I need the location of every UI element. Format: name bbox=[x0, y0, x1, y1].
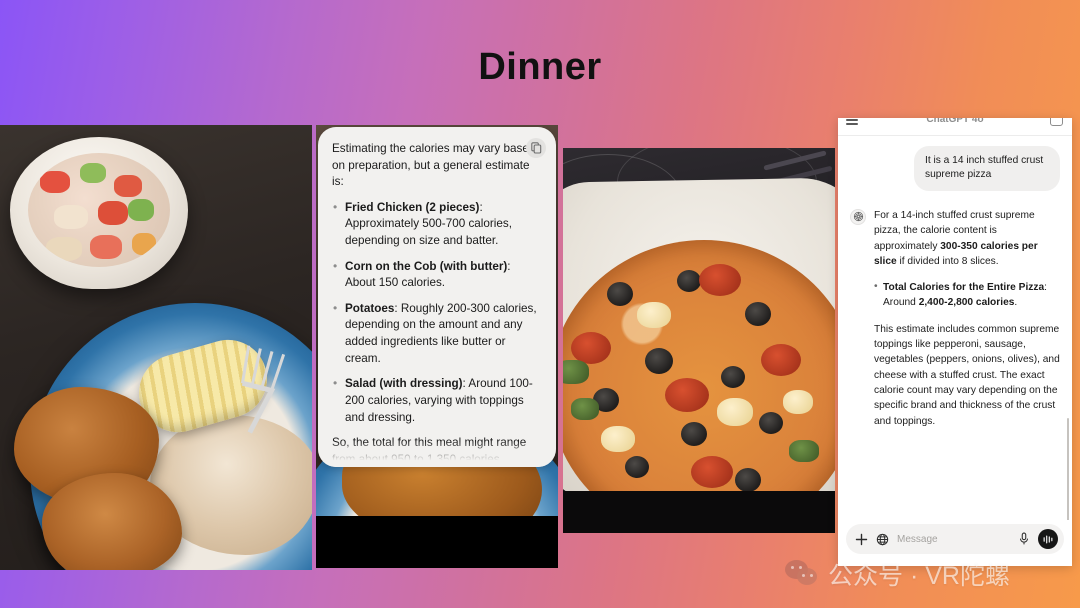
salad-piece bbox=[54, 205, 88, 229]
copy-button[interactable] bbox=[526, 138, 546, 158]
pepperoni-topping bbox=[665, 378, 709, 412]
message-input-placeholder[interactable]: Message bbox=[897, 534, 1010, 545]
salad-bowl bbox=[10, 137, 188, 289]
assistant-bullet-list: Total Calories for the Entire Pizza: Aro… bbox=[874, 279, 1060, 311]
microphone-icon[interactable] bbox=[1018, 532, 1030, 546]
wechat-dot bbox=[810, 574, 813, 577]
chatgpt-spiral-glyph bbox=[853, 212, 863, 222]
salad-piece bbox=[80, 163, 106, 183]
olive-topping bbox=[677, 270, 701, 292]
globe-icon[interactable] bbox=[876, 533, 889, 546]
text-fade-overlay bbox=[318, 441, 556, 467]
left-chat-item-list: Fried Chicken (2 pieces): Approximately … bbox=[332, 199, 540, 426]
vertical-scrollbar[interactable] bbox=[1066, 418, 1069, 526]
item-label: Corn on the Cob (with butter) bbox=[345, 259, 508, 273]
voice-mode-button[interactable] bbox=[1038, 529, 1058, 549]
item-label: Potatoes bbox=[345, 301, 395, 315]
chat-header: ChatGPT 4o bbox=[838, 118, 1072, 136]
green-pepper-topping bbox=[563, 360, 589, 384]
wechat-dot bbox=[799, 566, 802, 569]
watermark-text: 公众号 · VR陀螺 bbox=[828, 562, 1010, 590]
wechat-dot bbox=[802, 574, 805, 577]
item-label: Salad (with dressing) bbox=[345, 377, 463, 391]
pepperoni-topping bbox=[761, 344, 801, 376]
salad-piece bbox=[132, 233, 156, 255]
chatgpt-logo-icon bbox=[850, 208, 866, 225]
chat-message-list[interactable]: It is a 14 inch stuffed crust supreme pi… bbox=[838, 136, 1072, 531]
user-message-bubble: It is a 14 inch stuffed crust supreme pi… bbox=[914, 146, 1060, 191]
olive-topping bbox=[721, 366, 745, 388]
page-title: Dinner bbox=[478, 46, 602, 88]
item-label: Fried Chicken (2 pieces) bbox=[345, 200, 480, 214]
olive-topping bbox=[745, 302, 771, 326]
message-input-container[interactable]: Message bbox=[846, 524, 1064, 554]
dinner-plate-photo-left bbox=[0, 125, 312, 570]
salad-piece bbox=[40, 171, 70, 193]
pizza-photo bbox=[563, 148, 835, 533]
phone-screenshot-middle: Estimating the calories may vary based o… bbox=[316, 125, 558, 568]
bullet-value: 2,400-2,800 calories bbox=[918, 297, 1015, 309]
assistant-message-bubble-left: Estimating the calories may vary based o… bbox=[318, 127, 556, 467]
pepperoni-topping bbox=[691, 456, 733, 488]
green-pepper-topping bbox=[571, 398, 599, 420]
assistant-paragraph-1: For a 14-inch stuffed crust supreme pizz… bbox=[874, 208, 1060, 269]
bullet-end: . bbox=[1014, 297, 1018, 309]
cheese-topping bbox=[637, 302, 671, 328]
salad-piece bbox=[46, 237, 82, 261]
list-item: Corn on the Cob (with butter): About 150… bbox=[332, 258, 540, 292]
copy-icon bbox=[530, 142, 541, 154]
voice-mode-icon bbox=[1043, 535, 1053, 543]
olive-topping bbox=[759, 412, 783, 434]
wechat-bubble-small bbox=[797, 568, 817, 585]
list-item: Total Calories for the Entire Pizza: Aro… bbox=[874, 279, 1060, 311]
list-item: Potatoes: Roughly 200-300 calories, depe… bbox=[332, 300, 540, 367]
olive-topping bbox=[735, 468, 761, 492]
assistant-message-row: For a 14-inch stuffed crust supreme pizz… bbox=[850, 208, 1060, 440]
salad-piece bbox=[128, 199, 154, 221]
watermark: 公众号 · VR陀螺 bbox=[785, 556, 1010, 592]
salad-contents bbox=[28, 153, 170, 267]
salad-piece bbox=[98, 201, 128, 225]
olive-topping bbox=[681, 422, 707, 446]
photo-bottom-shadow bbox=[563, 491, 835, 533]
salad-piece bbox=[114, 175, 142, 197]
salad-piece bbox=[90, 235, 122, 259]
cheese-topping bbox=[717, 398, 753, 426]
wechat-logo-icon bbox=[785, 560, 819, 588]
wechat-dot bbox=[791, 566, 794, 569]
olive-topping bbox=[625, 456, 649, 478]
cheese-topping bbox=[601, 426, 635, 452]
olive-topping bbox=[645, 348, 673, 374]
pepperoni-topping bbox=[699, 264, 741, 296]
chat-header-title: ChatGPT 4o bbox=[926, 118, 984, 125]
plus-icon[interactable] bbox=[855, 533, 868, 546]
list-item: Fried Chicken (2 pieces): Approximately … bbox=[332, 199, 540, 250]
assistant-message-text: For a 14-inch stuffed crust supreme pizz… bbox=[874, 208, 1060, 440]
assistant-paragraph-2: This estimate includes common supreme to… bbox=[874, 323, 1060, 427]
supreme-pizza bbox=[563, 240, 835, 533]
new-chat-icon[interactable] bbox=[1050, 118, 1063, 126]
assistant-p1-part-b: if divided into 8 slices. bbox=[896, 255, 999, 267]
cheese-topping bbox=[783, 390, 813, 414]
chatgpt-phone-panel: ChatGPT 4o It is a 14 inch stuffed crust… bbox=[838, 118, 1072, 566]
screenshot-black-bar bbox=[316, 516, 558, 568]
left-chat-intro: Estimating the calories may vary based o… bbox=[332, 142, 536, 189]
olive-topping bbox=[607, 282, 633, 306]
bullet-label: Total Calories for the Entire Pizza bbox=[883, 282, 1045, 294]
green-pepper-topping bbox=[789, 440, 819, 462]
list-item: Salad (with dressing): Around 100-200 ca… bbox=[332, 375, 540, 426]
